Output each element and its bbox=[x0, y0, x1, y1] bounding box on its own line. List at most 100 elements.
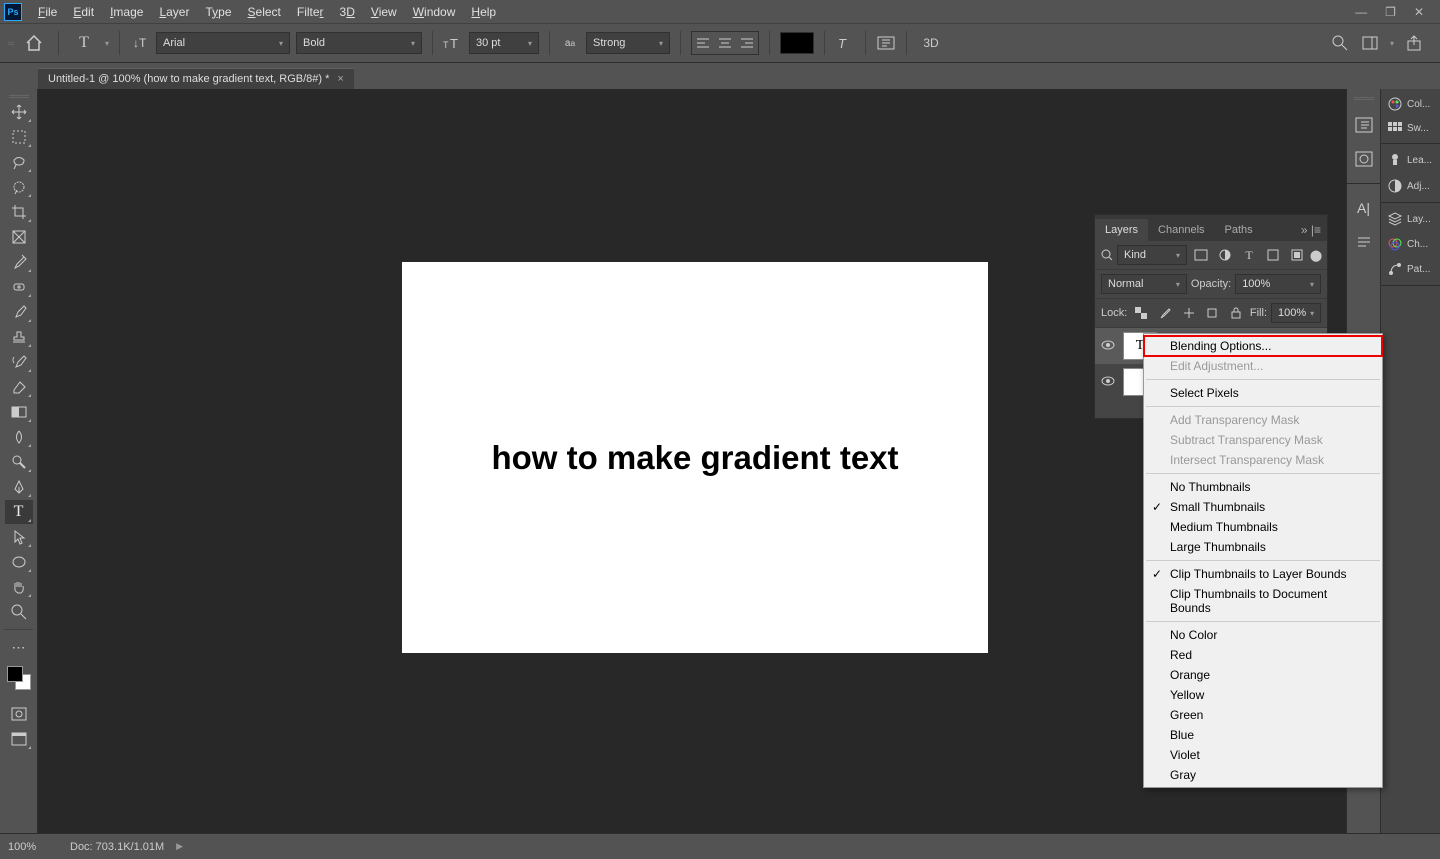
text-color-swatch[interactable] bbox=[780, 32, 814, 54]
text-tool-preset-icon[interactable]: T bbox=[69, 33, 99, 53]
status-arrow-icon[interactable]: ▶ bbox=[176, 841, 183, 852]
menu-large-thumbnails[interactable]: Large Thumbnails bbox=[1144, 537, 1382, 557]
antialias-select[interactable]: Strong▾ bbox=[586, 32, 670, 54]
color-panel-button[interactable]: Col... bbox=[1385, 95, 1436, 113]
type-tool[interactable]: T bbox=[5, 500, 33, 524]
quickmask-button[interactable] bbox=[5, 702, 33, 726]
menu-medium-thumbnails[interactable]: Medium Thumbnails bbox=[1144, 517, 1382, 537]
blur-tool[interactable] bbox=[5, 425, 33, 449]
zoom-level[interactable]: 100% bbox=[8, 841, 58, 853]
tab-paths[interactable]: Paths bbox=[1215, 219, 1263, 241]
history-brush-tool[interactable] bbox=[5, 350, 33, 374]
panel-icon[interactable] bbox=[1354, 149, 1374, 169]
3d-button[interactable]: 3D bbox=[917, 33, 945, 53]
layers-panel-button[interactable]: Lay... bbox=[1385, 209, 1436, 229]
blend-mode-select[interactable]: Normal▾ bbox=[1101, 274, 1187, 294]
window-close-icon[interactable]: ✕ bbox=[1414, 5, 1424, 19]
panel-menu-icon[interactable]: » |≡ bbox=[1295, 219, 1327, 241]
lasso-tool[interactable] bbox=[5, 150, 33, 174]
menu-orange[interactable]: Orange bbox=[1144, 665, 1382, 685]
gradient-tool[interactable] bbox=[5, 400, 33, 424]
search-icon[interactable] bbox=[1330, 33, 1350, 53]
lock-artboard-icon[interactable] bbox=[1202, 303, 1222, 323]
canvas[interactable]: how to make gradient text bbox=[402, 262, 988, 653]
font-size-select[interactable]: 30 pt▾ bbox=[469, 32, 539, 54]
document-tab[interactable]: Untitled-1 @ 100% (how to make gradient … bbox=[38, 68, 354, 89]
menu-clip-doc-bounds[interactable]: Clip Thumbnails to Document Bounds bbox=[1144, 584, 1382, 618]
marquee-tool[interactable] bbox=[5, 125, 33, 149]
move-tool[interactable] bbox=[5, 100, 33, 124]
menu-filter[interactable]: Filter bbox=[289, 2, 332, 22]
paragraph-icon[interactable] bbox=[1354, 232, 1374, 252]
font-weight-select[interactable]: Bold▾ bbox=[296, 32, 422, 54]
filter-type-icon[interactable]: T bbox=[1239, 245, 1259, 265]
canvas-text-layer[interactable]: how to make gradient text bbox=[491, 439, 898, 477]
filter-adjust-icon[interactable] bbox=[1215, 245, 1235, 265]
menu-layer[interactable]: Layer bbox=[151, 2, 197, 22]
menu-clip-layer-bounds[interactable]: ✓Clip Thumbnails to Layer Bounds bbox=[1144, 564, 1382, 584]
swatches-panel-button[interactable]: Sw... bbox=[1385, 119, 1436, 137]
menu-edit[interactable]: Edit bbox=[65, 2, 102, 22]
path-select-tool[interactable] bbox=[5, 525, 33, 549]
menu-help[interactable]: Help bbox=[463, 2, 504, 22]
quick-select-tool[interactable] bbox=[5, 175, 33, 199]
tab-channels[interactable]: Channels bbox=[1148, 219, 1214, 241]
filter-shape-icon[interactable] bbox=[1263, 245, 1283, 265]
menu-blending-options[interactable]: Blending Options... bbox=[1144, 336, 1382, 356]
eraser-tool[interactable] bbox=[5, 375, 33, 399]
warp-text-icon[interactable]: T bbox=[835, 33, 855, 53]
menu-gray[interactable]: Gray bbox=[1144, 765, 1382, 785]
opacity-field[interactable]: 100%▾ bbox=[1235, 274, 1321, 294]
brush-tool[interactable] bbox=[5, 300, 33, 324]
menu-file[interactable]: File bbox=[30, 2, 65, 22]
learn-panel-button[interactable]: Lea... bbox=[1385, 150, 1436, 170]
healing-tool[interactable] bbox=[5, 275, 33, 299]
menu-no-thumbnails[interactable]: No Thumbnails bbox=[1144, 477, 1382, 497]
fill-field[interactable]: 100%▾ bbox=[1271, 303, 1321, 323]
menu-type[interactable]: Type bbox=[197, 2, 239, 22]
filter-smart-icon[interactable] bbox=[1287, 245, 1307, 265]
menu-no-color[interactable]: No Color bbox=[1144, 625, 1382, 645]
paths-panel-button[interactable]: Pat... bbox=[1385, 259, 1436, 279]
align-right-button[interactable] bbox=[736, 32, 758, 54]
lock-paint-icon[interactable] bbox=[1155, 303, 1175, 323]
menu-select-pixels[interactable]: Select Pixels bbox=[1144, 383, 1382, 403]
align-center-button[interactable] bbox=[714, 32, 736, 54]
pen-tool[interactable] bbox=[5, 475, 33, 499]
menu-yellow[interactable]: Yellow bbox=[1144, 685, 1382, 705]
tab-layers[interactable]: Layers bbox=[1095, 219, 1148, 241]
menu-image[interactable]: Image bbox=[102, 2, 151, 22]
workspace-icon[interactable] bbox=[1360, 33, 1380, 53]
foreground-color-swatch[interactable] bbox=[7, 666, 23, 682]
window-restore-icon[interactable]: ❐ bbox=[1385, 5, 1396, 19]
lock-move-icon[interactable] bbox=[1179, 303, 1199, 323]
visibility-icon[interactable] bbox=[1101, 375, 1115, 389]
panel-icon[interactable] bbox=[1354, 115, 1374, 135]
menu-view[interactable]: View bbox=[363, 2, 405, 22]
stamp-tool[interactable] bbox=[5, 325, 33, 349]
close-tab-icon[interactable]: × bbox=[337, 73, 343, 85]
menu-window[interactable]: Window bbox=[405, 2, 464, 22]
menu-red[interactable]: Red bbox=[1144, 645, 1382, 665]
grip-icon[interactable] bbox=[1354, 95, 1374, 101]
character-icon[interactable]: A| bbox=[1354, 198, 1374, 218]
screenmode-button[interactable] bbox=[5, 727, 33, 751]
visibility-icon[interactable] bbox=[1101, 339, 1115, 353]
filter-kind-select[interactable]: Kind▾ bbox=[1117, 245, 1187, 265]
text-orientation-icon[interactable]: ↓T bbox=[130, 33, 150, 53]
frame-tool[interactable] bbox=[5, 225, 33, 249]
share-icon[interactable] bbox=[1404, 33, 1424, 53]
channels-panel-button[interactable]: Ch... bbox=[1385, 235, 1436, 253]
zoom-tool[interactable] bbox=[5, 600, 33, 624]
grip-icon[interactable] bbox=[9, 93, 29, 99]
font-family-select[interactable]: Arial▾ bbox=[156, 32, 290, 54]
menu-blue[interactable]: Blue bbox=[1144, 725, 1382, 745]
align-left-button[interactable] bbox=[692, 32, 714, 54]
menu-small-thumbnails[interactable]: ✓Small Thumbnails bbox=[1144, 497, 1382, 517]
menu-green[interactable]: Green bbox=[1144, 705, 1382, 725]
crop-tool[interactable] bbox=[5, 200, 33, 224]
edit-toolbar-button[interactable]: ⋯ bbox=[5, 635, 33, 659]
filter-toggle-icon[interactable]: ⬤ bbox=[1311, 245, 1321, 265]
shape-tool[interactable] bbox=[5, 550, 33, 574]
menu-3d[interactable]: 3D bbox=[332, 2, 363, 22]
